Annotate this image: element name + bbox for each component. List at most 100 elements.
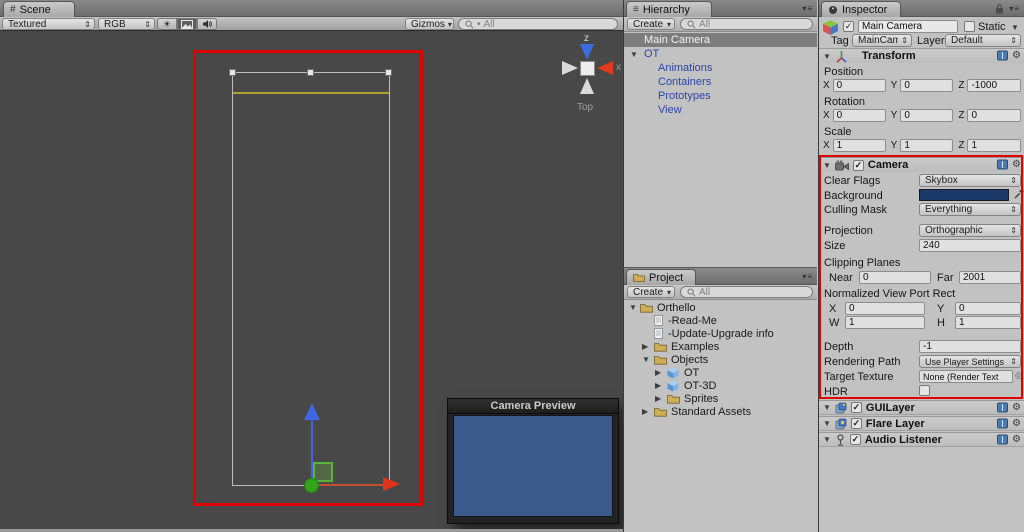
orientation-south-cone[interactable]: [580, 78, 594, 94]
move-gizmo-y-arrowhead[interactable]: [304, 403, 320, 420]
scene-search-input[interactable]: ▾ All: [458, 18, 618, 30]
project-item-ot-3d-prefab[interactable]: ▶ OT-3D: [624, 379, 817, 392]
hierarchy-search-input[interactable]: All: [680, 18, 813, 30]
render-channel-dropdown[interactable]: RGB ⇕: [98, 18, 155, 30]
selection-handle[interactable]: [307, 69, 314, 76]
game-object-name-field[interactable]: Main Camera: [858, 20, 958, 33]
flare-layer-header[interactable]: ▼ ✓ Flare Layer ⚙: [819, 416, 1024, 431]
size-field[interactable]: 240: [919, 239, 1021, 252]
static-checkbox[interactable]: [964, 21, 975, 32]
project-item-standard-assets[interactable]: ▶ Standard Assets: [624, 405, 817, 418]
project-item-orthello[interactable]: ▼ Orthello: [624, 301, 817, 314]
camera-header[interactable]: ▼ ✓ Camera ⚙: [819, 157, 1024, 172]
guilayer-enabled-checkbox[interactable]: ✓: [850, 402, 862, 413]
foldout-open-icon[interactable]: ▼: [823, 435, 831, 444]
selection-handle[interactable]: [229, 69, 236, 76]
depth-field[interactable]: -1: [919, 340, 1021, 353]
orientation-west-cone[interactable]: [562, 61, 578, 75]
help-book-icon[interactable]: [997, 159, 1009, 170]
scene-skybox-toggle[interactable]: [177, 18, 197, 30]
foldout-open-icon[interactable]: ▼: [823, 419, 831, 428]
position-z-field[interactable]: -1000: [967, 79, 1022, 92]
project-item-examples[interactable]: ▶ Examples: [624, 340, 817, 353]
pane-menu-icon[interactable]: ▾≡: [802, 272, 813, 281]
object-picker-icon[interactable]: ◎: [1015, 371, 1023, 380]
orientation-cube-center[interactable]: [580, 61, 595, 76]
rendering-path-dropdown[interactable]: Use Player Settings ⇕: [919, 355, 1021, 368]
hierarchy-item-main-camera[interactable]: Main Camera: [624, 33, 817, 47]
tab-scene[interactable]: # Scene: [3, 1, 75, 17]
layer-dropdown[interactable]: Default ⇕: [945, 34, 1021, 47]
clear-flags-dropdown[interactable]: Skybox ⇕: [919, 174, 1021, 187]
viewport-y-field[interactable]: 0: [955, 302, 1021, 315]
eyedropper-icon[interactable]: [1013, 188, 1024, 200]
foldout-open-icon[interactable]: ▼: [630, 50, 638, 59]
hierarchy-item-view[interactable]: View: [624, 103, 817, 117]
audio-listener-header[interactable]: ▼ ✓ Audio Listener ⚙: [819, 432, 1024, 447]
hierarchy-item-containers[interactable]: Containers: [624, 75, 817, 89]
camera-enabled-checkbox[interactable]: ✓: [852, 159, 864, 171]
foldout-closed-icon[interactable]: ▶: [642, 407, 648, 416]
near-field[interactable]: 0: [859, 271, 931, 284]
hierarchy-item-prototypes[interactable]: Prototypes: [624, 89, 817, 103]
scene-audio-toggle[interactable]: [197, 18, 217, 30]
viewport-h-field[interactable]: 1: [955, 316, 1021, 329]
hierarchy-item-animations[interactable]: Animations: [624, 61, 817, 75]
project-search-input[interactable]: All: [680, 286, 813, 298]
help-book-icon[interactable]: [997, 50, 1009, 61]
project-item-sprites[interactable]: ▶ Sprites: [624, 392, 817, 405]
hierarchy-create-button[interactable]: Create ▾: [627, 18, 675, 30]
guilayer-header[interactable]: ▼ ✓ GUILayer ⚙: [819, 400, 1024, 415]
active-checkbox[interactable]: ✓: [843, 21, 854, 32]
gizmos-dropdown[interactable]: Gizmos ▾: [405, 18, 454, 30]
foldout-open-icon[interactable]: ▼: [629, 303, 637, 312]
position-y-field[interactable]: 0: [900, 79, 954, 92]
scale-z-field[interactable]: 1: [967, 139, 1022, 152]
rotation-x-field[interactable]: 0: [832, 109, 886, 122]
orientation-x-cone[interactable]: [597, 61, 613, 75]
transform-header[interactable]: ▼ Transform ⚙: [819, 48, 1024, 63]
lock-icon[interactable]: [995, 3, 1004, 14]
foldout-open-icon[interactable]: ▼: [823, 161, 831, 170]
help-book-icon[interactable]: [997, 434, 1009, 445]
project-item-update-upgrade-info[interactable]: -Update-Upgrade info: [624, 327, 817, 340]
gear-icon[interactable]: ⚙: [1012, 434, 1021, 445]
foldout-closed-icon[interactable]: ▶: [655, 394, 661, 403]
project-item-ot-prefab[interactable]: ▶ OT: [624, 366, 817, 379]
gear-icon[interactable]: ⚙: [1012, 159, 1021, 170]
background-color-swatch[interactable]: [919, 189, 1009, 201]
culling-mask-dropdown[interactable]: Everything ⇕: [919, 203, 1021, 216]
rotation-y-field[interactable]: 0: [900, 109, 954, 122]
gear-icon[interactable]: ⚙: [1012, 418, 1021, 429]
help-book-icon[interactable]: [997, 402, 1009, 413]
projection-dropdown[interactable]: Orthographic ⇕: [919, 224, 1021, 237]
rotation-z-field[interactable]: 0: [967, 109, 1022, 122]
audio-listener-enabled-checkbox[interactable]: ✓: [849, 434, 861, 445]
pane-menu-icon[interactable]: ▾≡: [802, 4, 813, 13]
scale-x-field[interactable]: 1: [832, 139, 886, 152]
gear-icon[interactable]: ⚙: [1012, 402, 1021, 413]
foldout-closed-icon[interactable]: ▶: [655, 368, 661, 377]
help-book-icon[interactable]: [997, 418, 1009, 429]
foldout-closed-icon[interactable]: ▶: [655, 381, 661, 390]
tab-project[interactable]: Project: [626, 269, 696, 285]
foldout-open-icon[interactable]: ▼: [823, 403, 831, 412]
selection-handle[interactable]: [385, 69, 392, 76]
viewport-w-field[interactable]: 1: [845, 316, 925, 329]
viewport-x-field[interactable]: 0: [845, 302, 925, 315]
move-gizmo-x-arrowhead[interactable]: [383, 477, 400, 491]
scale-y-field[interactable]: 1: [900, 139, 954, 152]
tab-inspector[interactable]: Inspector: [821, 1, 901, 17]
pane-menu-icon[interactable]: ▾≡: [1009, 4, 1020, 13]
position-x-field[interactable]: 0: [832, 79, 886, 92]
project-create-button[interactable]: Create ▾: [627, 286, 675, 298]
far-field[interactable]: 2001: [959, 271, 1021, 284]
project-item-objects[interactable]: ▼ Objects: [624, 353, 817, 366]
orientation-z-cone[interactable]: [580, 44, 594, 60]
hierarchy-item-ot[interactable]: ▼ OT: [624, 47, 817, 61]
tag-dropdown[interactable]: MainCamer ⇕: [852, 34, 912, 47]
foldout-open-icon[interactable]: ▼: [642, 355, 650, 364]
move-gizmo-x-axis[interactable]: [314, 484, 384, 486]
target-texture-field[interactable]: None (Render Text: [919, 370, 1013, 383]
tab-hierarchy[interactable]: ≡ Hierarchy: [626, 1, 712, 17]
